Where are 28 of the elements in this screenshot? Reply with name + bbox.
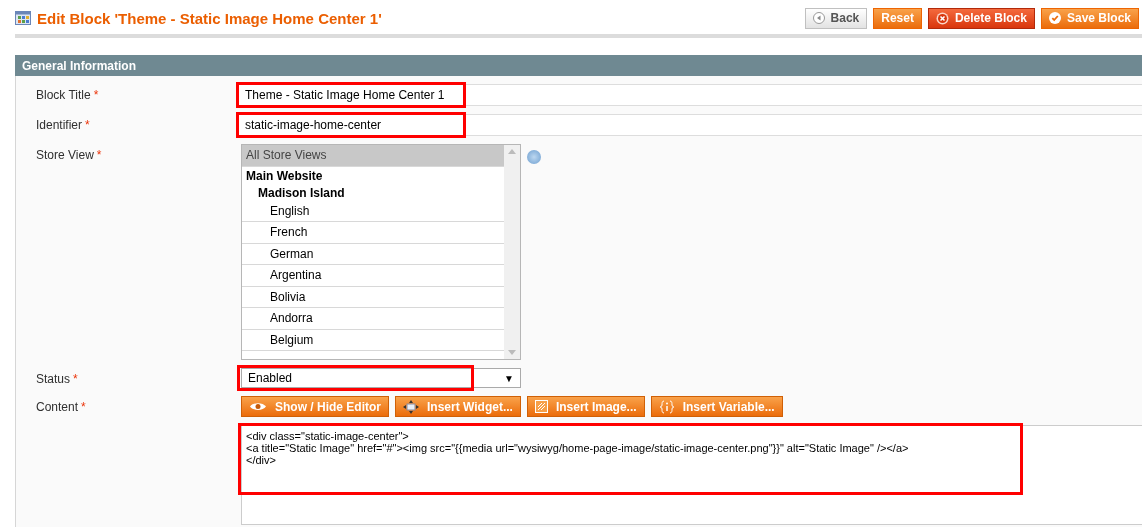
field-label: Store View * bbox=[36, 147, 103, 162]
page-title: Edit Block 'Theme - Static Image Home Center 1' bbox=[37, 9, 382, 27]
field-label: Identifier * bbox=[36, 117, 91, 132]
field-label: Block Title * bbox=[36, 87, 100, 102]
content-editor[interactable]: <div class="static-image-center"> <a title="Static Image" href="#"><img src="{{media url="wysiwyg/home-page-image/static-image-center.png"}}" alt="Static Image" /></a> </div> bbox=[241, 425, 1142, 525]
status-select[interactable]: Enabled ▼ bbox=[241, 368, 521, 388]
eye-icon bbox=[249, 401, 267, 412]
identifier-field[interactable]: static-image-home-center bbox=[238, 114, 1142, 136]
delete-icon bbox=[935, 11, 949, 25]
store-view-option[interactable]: All Store Views bbox=[242, 145, 504, 167]
store-view-list[interactable]: All Store Views Main Website Madison Island English French German Argentina Bolivia Andorra Belgium bbox=[241, 144, 521, 360]
image-icon bbox=[534, 400, 548, 413]
scroll-up-icon[interactable] bbox=[508, 149, 516, 154]
back-button[interactable]: Back bbox=[804, 7, 868, 29]
delete-button[interactable]: Delete Block bbox=[927, 7, 1035, 29]
grid-icon bbox=[15, 11, 31, 25]
field-label: Status * bbox=[36, 371, 79, 386]
code-line: <a title="Static Image" href="#"><img src="{{media url="wysiwyg/home-page-image/static-image-center.png"}}" alt="Static Image" /></a> bbox=[246, 442, 910, 454]
checkmark-icon bbox=[1048, 12, 1061, 24]
code-line: </div> bbox=[246, 454, 277, 466]
block-title-field[interactable]: Theme - Static Image Home Center 1 bbox=[238, 84, 1142, 106]
scroll-down-icon[interactable] bbox=[508, 350, 516, 355]
variable-icon bbox=[658, 399, 675, 414]
widget-icon bbox=[403, 399, 419, 414]
code-line: <div class="static-image-center"> bbox=[246, 430, 410, 442]
field-label: Content * bbox=[36, 399, 87, 414]
scrollbar[interactable] bbox=[504, 145, 520, 359]
section-header: General Information bbox=[15, 55, 1142, 76]
